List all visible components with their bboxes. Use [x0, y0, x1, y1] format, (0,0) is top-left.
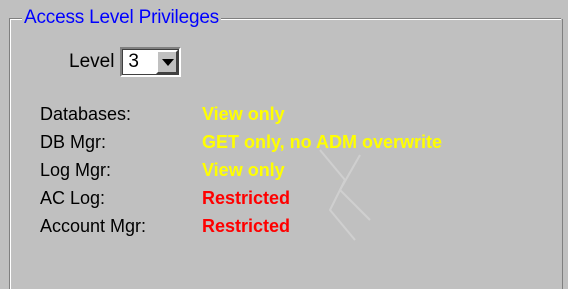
privilege-label: Log Mgr: — [40, 160, 112, 180]
privilege-value: Restricted — [202, 216, 291, 236]
groupbox-title: Access Level Privileges — [22, 6, 221, 30]
level-dropdown-button[interactable] — [156, 50, 179, 74]
privilege-value: View only — [202, 160, 285, 180]
chevron-down-icon — [162, 59, 175, 66]
level-select[interactable]: 3 — [120, 47, 182, 77]
privilege-label: DB Mgr: — [40, 132, 107, 152]
privilege-label: Account Mgr: — [40, 216, 147, 236]
level-select-value: 3 — [128, 51, 139, 72]
privilege-value: View only — [202, 104, 285, 124]
access-level-panel: Access Level Privileges Level 3 Database… — [0, 0, 568, 289]
privilege-label: AC Log: — [40, 188, 106, 208]
privilege-value: GET only, no ADM overwrite — [202, 132, 443, 152]
privilege-label: Databases: — [40, 104, 132, 124]
privilege-value: Restricted — [202, 188, 291, 208]
level-label: Level — [69, 51, 115, 72]
level-row: Level 3 — [69, 46, 182, 78]
